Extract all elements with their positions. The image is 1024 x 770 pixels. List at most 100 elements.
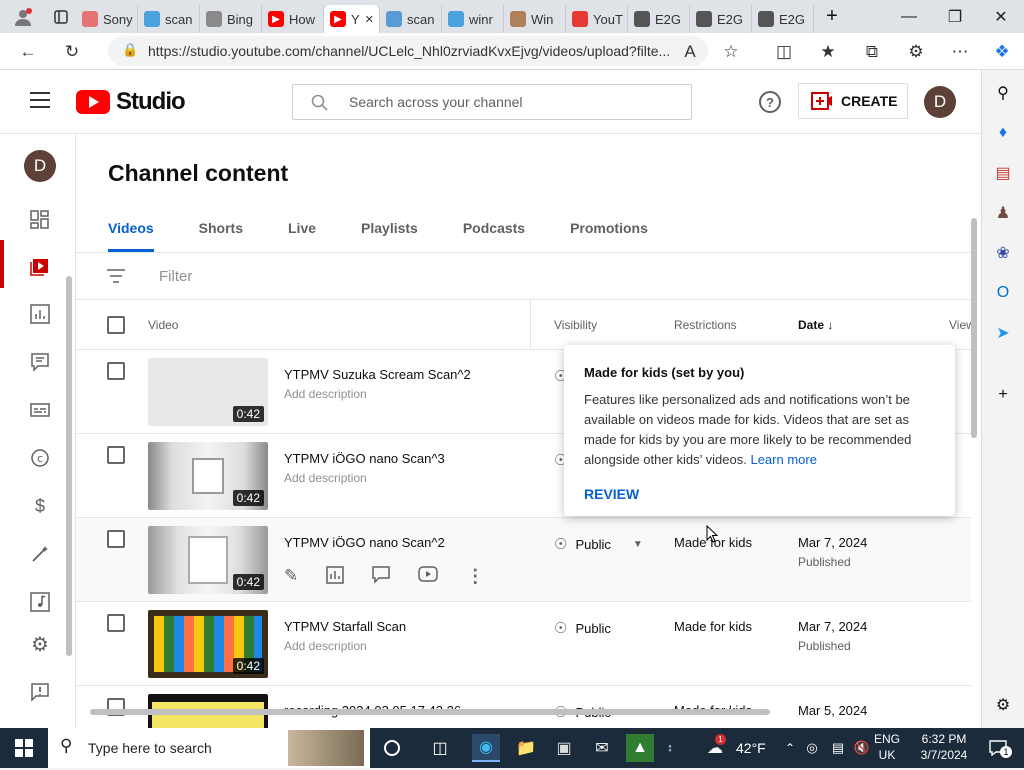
minimize-button[interactable]: — xyxy=(886,0,932,33)
browser-tab[interactable]: Win xyxy=(504,5,566,33)
visibility-cell[interactable]: ☉ Public xyxy=(554,619,611,637)
nav-scrollbar[interactable] xyxy=(66,276,72,656)
send-icon[interactable]: ➤ xyxy=(992,322,1014,344)
mail-icon[interactable]: ✉ xyxy=(588,734,616,762)
earn-icon[interactable]: $ xyxy=(28,494,52,518)
volume-muted-icon[interactable]: 🔇 xyxy=(848,734,876,762)
meet-now-icon[interactable]: ◎ xyxy=(798,734,826,762)
header-visibility[interactable]: Visibility xyxy=(554,318,597,332)
clock[interactable]: 6:32 PM 3/7/2024 xyxy=(912,731,976,763)
copilot-icon[interactable]: ❖ xyxy=(988,38,1016,66)
favorite-star-icon[interactable]: ☆ xyxy=(717,38,745,66)
games-icon[interactable]: ♟ xyxy=(992,202,1014,224)
browser-tab[interactable]: Bing xyxy=(200,5,262,33)
browser-tab[interactable]: Sony xyxy=(76,5,138,33)
table-row[interactable]: 0:42 YTPMV iÖGO nano Scan^2 ✎ ⋮ ☉ Public ▼… xyxy=(76,518,971,602)
filter-bar[interactable]: Filter xyxy=(76,252,971,300)
browser-tab[interactable]: E2G xyxy=(752,5,814,33)
row-checkbox[interactable] xyxy=(107,362,125,380)
video-thumbnail[interactable]: 0:42 xyxy=(148,442,268,510)
add-sidebar-app-icon[interactable]: + xyxy=(992,384,1014,406)
more-menu-icon[interactable]: ⋯ xyxy=(946,38,974,66)
settings-gear-icon[interactable]: ⚙ xyxy=(28,632,52,656)
favorites-icon[interactable]: ★ xyxy=(814,38,842,66)
header-date[interactable]: Date ↓ xyxy=(798,318,833,332)
hamburger-menu-icon[interactable] xyxy=(30,92,50,108)
table-row[interactable]: recording 2024 03 05 17 43 26 ☉Public Ma… xyxy=(76,686,971,728)
app-taskbar-icon[interactable]: ▲ xyxy=(626,734,654,762)
video-thumbnail[interactable]: 0:42 xyxy=(148,526,268,594)
read-aloud-icon[interactable]: A xyxy=(676,38,704,66)
browser-tab[interactable]: scan xyxy=(138,5,200,33)
video-title[interactable]: YTPMV iÖGO nano Scan^2 xyxy=(284,535,445,550)
header-views[interactable]: Views xyxy=(949,318,971,332)
dropdown-arrow-icon[interactable]: ▼ xyxy=(633,539,643,550)
language-indicator[interactable]: ENG UK xyxy=(874,731,900,763)
subtitles-icon[interactable] xyxy=(28,398,52,422)
row-checkbox[interactable] xyxy=(107,614,125,632)
select-all-checkbox[interactable] xyxy=(107,316,125,334)
restriction-value[interactable]: Made for kids xyxy=(674,619,752,634)
browser-tab[interactable]: winr xyxy=(442,5,504,33)
help-icon[interactable]: ? xyxy=(759,91,781,113)
browser-tab[interactable]: E2G xyxy=(628,5,690,33)
table-row[interactable]: 0:42 YTPMV Starfall Scan Add description… xyxy=(76,602,971,686)
youtube-play-icon[interactable] xyxy=(418,566,438,587)
back-button[interactable]: ← xyxy=(14,38,42,66)
url-field[interactable]: 🔒 https://studio.youtube.com/channel/UCL… xyxy=(108,36,708,66)
microsoft365-icon[interactable]: ❀ xyxy=(992,242,1014,264)
video-title[interactable]: YTPMV Starfall Scan xyxy=(284,619,406,634)
vertical-scrollbar[interactable] xyxy=(971,210,979,770)
browser-tab[interactable]: E2G xyxy=(690,5,752,33)
video-description[interactable]: Add description xyxy=(284,639,367,653)
tab-actions-icon[interactable] xyxy=(46,0,76,33)
channel-avatar[interactable]: D xyxy=(24,150,56,182)
video-thumbnail[interactable]: 0:42 xyxy=(148,610,268,678)
browser-tab[interactable]: ▶ How xyxy=(262,5,324,33)
shopping-tag-icon[interactable]: ♦ xyxy=(992,122,1014,144)
analytics-icon[interactable] xyxy=(28,302,52,326)
split-screen-icon[interactable]: ◫ xyxy=(770,38,798,66)
new-tab-button[interactable]: + xyxy=(814,0,850,33)
weather-temp[interactable]: 42°F xyxy=(736,740,766,756)
taskbar-scroll-icon[interactable]: ↕ xyxy=(660,734,680,762)
tab-live[interactable]: Live xyxy=(288,220,316,252)
account-avatar[interactable]: D xyxy=(924,86,956,118)
create-button[interactable]: CREATE xyxy=(798,83,908,119)
dashboard-icon[interactable] xyxy=(28,208,52,232)
cortana-icon[interactable] xyxy=(378,734,406,762)
file-explorer-icon[interactable]: 📁 xyxy=(512,734,540,762)
close-tab-icon[interactable]: ✕ xyxy=(365,13,374,26)
taskbar-search-input[interactable]: ⚲ Type here to search xyxy=(48,728,370,768)
audio-library-icon[interactable] xyxy=(28,590,52,614)
tab-playlists[interactable]: Playlists xyxy=(361,220,418,252)
learn-more-link[interactable]: Learn more xyxy=(750,452,816,467)
comments-icon[interactable] xyxy=(28,350,52,374)
row-checkbox[interactable] xyxy=(107,530,125,548)
send-feedback-icon[interactable] xyxy=(28,680,52,704)
edge-taskbar-icon[interactable]: ◉ xyxy=(472,734,500,762)
video-description[interactable]: Add description xyxy=(284,471,367,485)
review-button[interactable]: REVIEW xyxy=(584,486,935,502)
tab-videos[interactable]: Videos xyxy=(108,220,154,252)
edit-pencil-icon[interactable]: ✎ xyxy=(284,566,298,587)
channel-search-input[interactable]: Search across your channel xyxy=(292,84,692,120)
outlook-icon[interactable]: O xyxy=(992,282,1014,304)
windows-start-icon[interactable] xyxy=(10,734,38,762)
maximize-button[interactable]: ❐ xyxy=(932,0,978,33)
profile-icon[interactable] xyxy=(0,0,46,33)
tab-podcasts[interactable]: Podcasts xyxy=(463,220,525,252)
content-icon[interactable] xyxy=(28,254,52,278)
comments-icon[interactable] xyxy=(372,566,390,587)
video-title[interactable]: YTPMV Suzuka Scream Scan^2 xyxy=(284,367,471,382)
analytics-icon[interactable] xyxy=(326,566,344,587)
video-description[interactable]: Add description xyxy=(284,387,367,401)
sidebar-settings-icon[interactable]: ⚙ xyxy=(992,694,1014,716)
collections-icon[interactable]: ⧉ xyxy=(858,38,886,66)
tab-shorts[interactable]: Shorts xyxy=(199,220,243,252)
video-title[interactable]: YTPMV iÖGO nano Scan^3 xyxy=(284,451,445,466)
horizontal-scrollbar[interactable] xyxy=(90,709,770,715)
copyright-icon[interactable]: c xyxy=(28,446,52,470)
row-checkbox[interactable] xyxy=(107,446,125,464)
more-options-icon[interactable]: ⋮ xyxy=(466,566,484,587)
